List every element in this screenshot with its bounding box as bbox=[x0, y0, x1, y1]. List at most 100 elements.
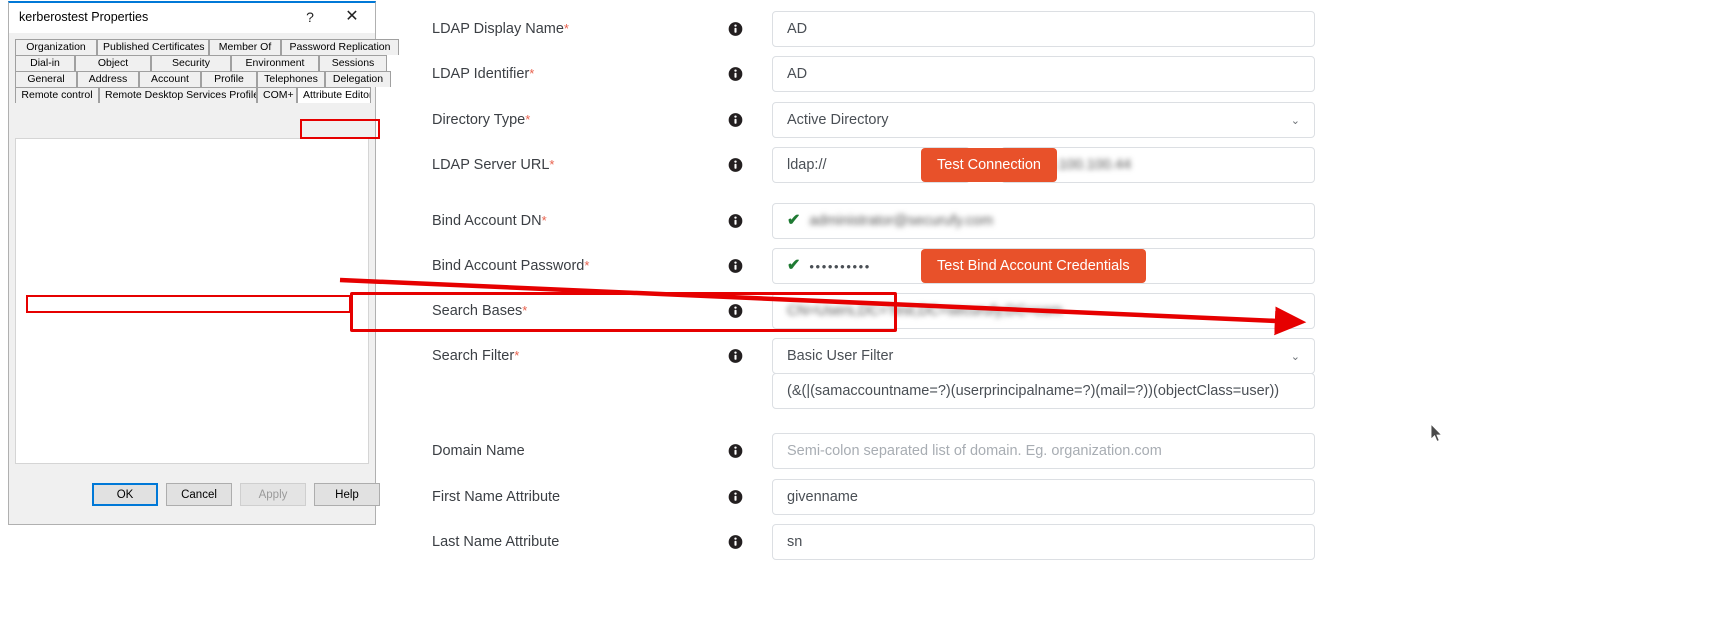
field-label: Last Name Attribute bbox=[432, 534, 559, 550]
tab-profile[interactable]: Profile bbox=[201, 71, 257, 87]
required-asterisk: * bbox=[522, 303, 528, 318]
tab-com-plus[interactable]: COM+ bbox=[257, 87, 297, 103]
dropdown-value: Active Directory bbox=[787, 112, 889, 128]
form-row: Bind Account DN* ✔ administrator@securufy.… bbox=[420, 198, 1709, 244]
tab-address[interactable]: Address bbox=[77, 71, 139, 87]
info-icon[interactable] bbox=[728, 349, 743, 364]
info-icon[interactable] bbox=[728, 113, 743, 128]
close-icon[interactable]: ✕ bbox=[335, 3, 369, 31]
text-input[interactable]: (&(|(samaccountname=?)(userprincipalname… bbox=[772, 373, 1315, 409]
field-label: Search Bases* bbox=[432, 303, 527, 319]
help-icon[interactable]: ? bbox=[293, 3, 327, 31]
tab-dial-in[interactable]: Dial-in bbox=[15, 55, 75, 71]
input-value: givenname bbox=[787, 489, 858, 505]
info-icon[interactable] bbox=[728, 158, 743, 173]
apply-button: Apply bbox=[240, 483, 306, 506]
tab-published-certificates[interactable]: Published Certificates bbox=[97, 39, 209, 55]
form-row: Domain Name Semi-colon separated list of … bbox=[420, 428, 1709, 474]
info-icon[interactable] bbox=[728, 304, 743, 319]
tab-remote-desktop-services-profile[interactable]: Remote Desktop Services Profile bbox=[99, 87, 257, 103]
tab-content-panel bbox=[15, 138, 369, 464]
chevron-down-icon: ⌄ bbox=[1290, 350, 1300, 363]
field-label-text: Bind Account DN bbox=[432, 213, 542, 229]
required-asterisk: * bbox=[563, 21, 569, 36]
test-connection-button[interactable]: Test Connection bbox=[921, 148, 1057, 182]
field-label-text: Directory Type bbox=[432, 112, 526, 128]
field-label-text: Bind Account Password bbox=[432, 258, 585, 274]
info-icon[interactable] bbox=[728, 22, 743, 37]
text-input[interactable]: sn bbox=[772, 524, 1315, 560]
info-icon[interactable] bbox=[728, 535, 743, 550]
info-icon[interactable] bbox=[728, 444, 743, 459]
valid-check-icon: ✔ bbox=[787, 257, 801, 274]
text-input[interactable]: ✔ administrator@securufy.com bbox=[772, 203, 1315, 239]
input-value: AD bbox=[787, 21, 808, 37]
field-label-text: LDAP Identifier bbox=[432, 66, 530, 82]
field-label-text: First Name Attribute bbox=[432, 489, 561, 505]
tab-row-1: Organization Published Certificates Memb… bbox=[15, 39, 399, 55]
tab-attribute-editor[interactable]: Attribute Editor bbox=[297, 87, 371, 103]
tab-strip: Organization Published Certificates Memb… bbox=[15, 39, 399, 103]
chevron-down-icon: ⌄ bbox=[1290, 114, 1300, 127]
tab-remote-control[interactable]: Remote control bbox=[15, 87, 99, 103]
field-label: Search Filter* bbox=[432, 348, 519, 364]
input-placeholder: Semi-colon separated list of domain. Eg.… bbox=[787, 443, 1162, 459]
field-label: Directory Type* bbox=[432, 112, 530, 128]
tab-environment[interactable]: Environment bbox=[231, 55, 319, 71]
input-value: CN=Users,DC=Test,DC=securufy,DC=com bbox=[787, 303, 1063, 319]
info-icon[interactable] bbox=[728, 490, 743, 505]
tab-telephones[interactable]: Telephones bbox=[257, 71, 325, 87]
required-asterisk: * bbox=[525, 112, 531, 127]
form-row: First Name Attribute givenname bbox=[420, 474, 1709, 520]
tab-password-replication[interactable]: Password Replication bbox=[281, 39, 399, 55]
tab-row-4: Remote control Remote Desktop Services P… bbox=[15, 87, 371, 103]
ok-button[interactable]: OK bbox=[92, 483, 158, 506]
text-input[interactable]: CN=Users,DC=Test,DC=securufy,DC=com bbox=[772, 293, 1315, 329]
tab-account[interactable]: Account bbox=[139, 71, 201, 87]
tab-delegation[interactable]: Delegation bbox=[325, 71, 391, 87]
dialog-title: kerberostest Properties bbox=[19, 10, 149, 24]
field-label-text: Search Filter bbox=[432, 348, 515, 364]
ldap-protocol-value: ldap:// bbox=[787, 157, 827, 173]
tab-general[interactable]: General bbox=[15, 71, 77, 87]
input-value: administrator@securufy.com bbox=[809, 213, 994, 229]
field-label: First Name Attribute bbox=[432, 489, 560, 505]
ldap-configuration-form: LDAP Display Name* AD LDAP Identifier* AD Di… bbox=[420, 0, 1709, 622]
field-label: Bind Account DN* bbox=[432, 213, 547, 229]
text-input[interactable]: AD bbox=[772, 56, 1315, 92]
tab-member-of[interactable]: Member Of bbox=[209, 39, 281, 55]
screenshot-root: kerberostest Properties ? ✕ Organization… bbox=[0, 0, 1709, 622]
field-label-text: Domain Name bbox=[432, 443, 525, 459]
tab-sessions[interactable]: Sessions bbox=[319, 55, 387, 71]
tab-organization[interactable]: Organization bbox=[15, 39, 97, 55]
input-value: sn bbox=[787, 534, 803, 550]
input-value: •••••••••• bbox=[809, 258, 871, 274]
info-icon[interactable] bbox=[728, 67, 743, 82]
field-label-text: Last Name Attribute bbox=[432, 534, 560, 550]
form-row: Directory Type* Active Directory ⌄ bbox=[420, 97, 1709, 143]
tab-object[interactable]: Object bbox=[75, 55, 151, 71]
required-asterisk: * bbox=[541, 213, 547, 228]
tab-security[interactable]: Security bbox=[151, 55, 231, 71]
help-button[interactable]: Help bbox=[314, 483, 380, 506]
info-icon[interactable] bbox=[728, 214, 743, 229]
form-row: Last Name Attribute sn bbox=[420, 519, 1709, 565]
dialog-footer: OK Cancel Apply Help bbox=[9, 472, 380, 524]
test-bind-credentials-button[interactable]: Test Bind Account Credentials bbox=[921, 249, 1146, 283]
text-input[interactable]: AD bbox=[772, 11, 1315, 47]
required-asterisk: * bbox=[529, 66, 535, 81]
info-icon[interactable] bbox=[728, 259, 743, 274]
dropdown-select[interactable]: Active Directory ⌄ bbox=[772, 102, 1315, 138]
text-input[interactable]: Semi-colon separated list of domain. Eg.… bbox=[772, 433, 1315, 469]
cancel-button[interactable]: Cancel bbox=[166, 483, 232, 506]
dialog-titlebar: kerberostest Properties ? ✕ bbox=[9, 3, 375, 33]
field-label-text: Search Bases bbox=[432, 303, 523, 319]
input-value: (&(|(samaccountname=?)(userprincipalname… bbox=[787, 383, 1280, 399]
text-input[interactable]: givenname bbox=[772, 479, 1315, 515]
form-row: (&(|(samaccountname=?)(userprincipalname… bbox=[420, 368, 1709, 414]
tab-row-3: General Address Account Profile Telephon… bbox=[15, 71, 391, 87]
input-value: AD bbox=[787, 66, 808, 82]
form-row: LDAP Server URL*ldap://⌄✔10.100.100.44 bbox=[420, 142, 1709, 188]
field-label-text: LDAP Server URL bbox=[432, 157, 550, 173]
valid-check-icon: ✔ bbox=[787, 212, 801, 229]
